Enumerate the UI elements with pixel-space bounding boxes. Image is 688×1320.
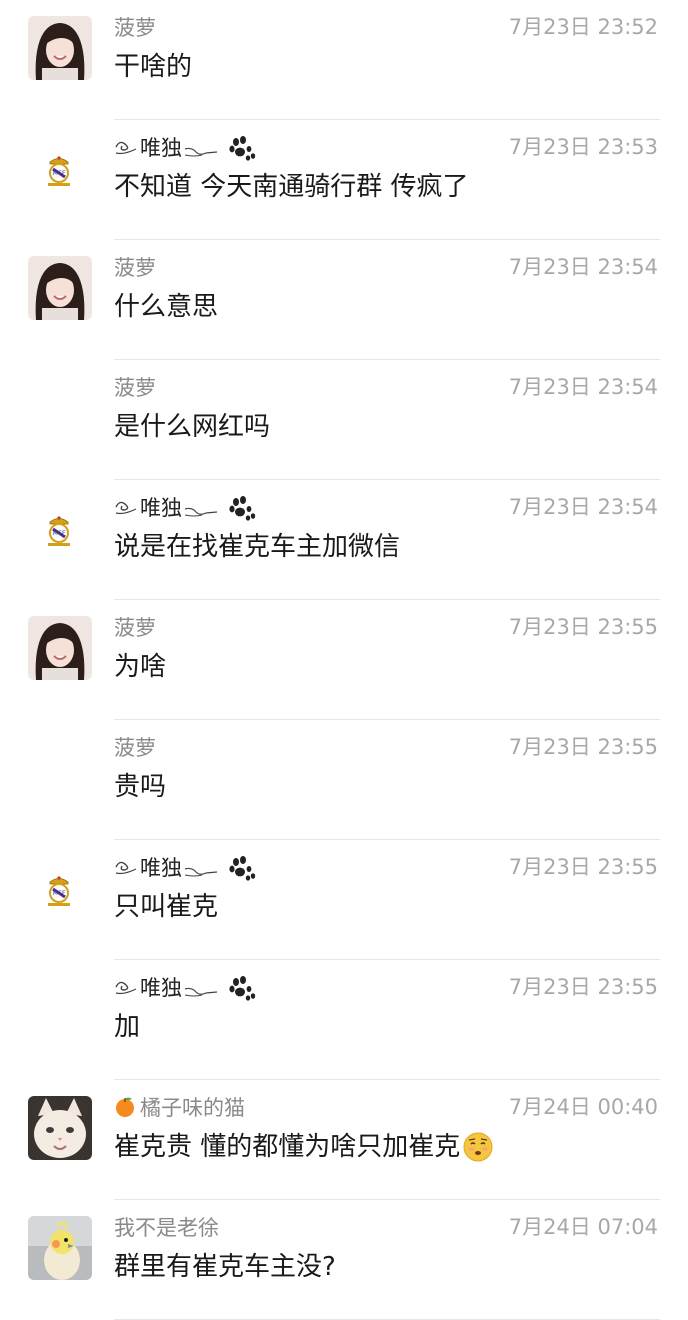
- sender-name[interactable]: 唯独: [114, 133, 256, 161]
- sender-name[interactable]: 唯独: [114, 853, 256, 881]
- bird-photo-avatar[interactable]: [28, 1216, 92, 1280]
- relieved-face-emoji-icon: [462, 1131, 494, 1163]
- sender-name-text: 唯独: [140, 856, 182, 880]
- tail-decoration-icon: [184, 140, 218, 157]
- chat-message-4[interactable]: 菠萝 7月23日 23:54 是什么网红吗: [0, 360, 688, 480]
- message-timestamp: 7月23日 23:54: [508, 375, 658, 399]
- message-timestamp: 7月23日 23:53: [508, 135, 658, 159]
- sender-name[interactable]: 我不是老徐: [114, 1213, 219, 1241]
- sender-name[interactable]: 菠萝: [114, 733, 156, 761]
- svg-text:MCF: MCF: [53, 170, 66, 177]
- message-text[interactable]: 为啥: [114, 650, 166, 684]
- message-text[interactable]: 不知道 今天南通骑行群 传疯了: [114, 170, 469, 204]
- real-madrid-crest-avatar[interactable]: MCF: [44, 514, 74, 548]
- message-timestamp: 7月23日 23:54: [508, 255, 658, 279]
- message-timestamp: 7月23日 23:55: [508, 615, 658, 639]
- message-text[interactable]: 只叫崔克: [114, 890, 218, 924]
- message-timestamp: 7月23日 23:55: [508, 855, 658, 879]
- message-text-content: 崔克贵 懂的都懂为啥只加崔克: [114, 1132, 461, 1162]
- message-timestamp: 7月24日 00:40: [508, 1095, 658, 1119]
- svg-text:MCF: MCF: [53, 530, 66, 537]
- tail-decoration-icon: [184, 500, 218, 517]
- sender-name[interactable]: 菠萝: [114, 13, 156, 41]
- swirl-decoration-icon: [114, 497, 138, 517]
- chat-message-7[interactable]: 菠萝 7月23日 23:55 贵吗: [0, 720, 688, 840]
- sender-name[interactable]: 菠萝: [114, 613, 156, 641]
- message-text[interactable]: 干啥的: [114, 50, 192, 84]
- girl-photo-avatar[interactable]: [28, 616, 92, 680]
- sender-name[interactable]: 菠萝: [114, 253, 156, 281]
- chat-message-1[interactable]: 菠萝 7月23日 23:52 干啥的: [0, 0, 688, 120]
- sender-name[interactable]: 橘子味的猫: [114, 1093, 245, 1121]
- message-timestamp: 7月23日 23:52: [508, 15, 658, 39]
- tail-decoration-icon: [184, 860, 218, 877]
- message-text[interactable]: 什么意思: [114, 290, 218, 324]
- sender-name[interactable]: 唯独: [114, 493, 256, 521]
- chat-message-5[interactable]: MCF 唯独 7月23日 23:54 说是在找崔克车主加微信: [0, 480, 688, 600]
- sender-name-text: 唯独: [140, 136, 182, 160]
- girl-photo-avatar[interactable]: [28, 16, 92, 80]
- sender-name-text: 橘子味的猫: [140, 1096, 245, 1120]
- swirl-decoration-icon: [114, 137, 138, 157]
- paw-print-icon: [228, 496, 256, 522]
- tail-decoration-icon: [184, 980, 218, 997]
- chat-message-6[interactable]: 菠萝 7月23日 23:55 为啥: [0, 600, 688, 720]
- chat-message-9[interactable]: 唯独 7月23日 23:55 加: [0, 960, 688, 1080]
- swirl-decoration-icon: [114, 977, 138, 997]
- chat-message-2[interactable]: MCF 唯独 7月23日 23:53 不知道 今天南通骑行群 传疯了: [0, 120, 688, 240]
- paw-print-icon: [228, 976, 256, 1002]
- sender-name[interactable]: 唯独: [114, 973, 256, 1001]
- message-timestamp: 7月23日 23:55: [508, 975, 658, 999]
- message-text[interactable]: 群里有崔克车主没?: [114, 1250, 336, 1284]
- chat-message-10[interactable]: 橘子味的猫 7月24日 00:40 崔克贵 懂的都懂为啥只加崔克: [0, 1080, 688, 1200]
- swirl-decoration-icon: [114, 857, 138, 877]
- paw-print-icon: [228, 856, 256, 882]
- message-timestamp: 7月24日 07:04: [508, 1215, 658, 1239]
- real-madrid-crest-avatar[interactable]: MCF: [44, 154, 74, 188]
- sender-name-text: 唯独: [140, 496, 182, 520]
- sender-name-text: 唯独: [140, 976, 182, 1000]
- message-timestamp: 7月23日 23:54: [508, 495, 658, 519]
- sender-name[interactable]: 菠萝: [114, 373, 156, 401]
- svg-text:MCF: MCF: [53, 890, 66, 897]
- chat-message-8[interactable]: MCF 唯独 7月23日 23:55 只叫崔克: [0, 840, 688, 960]
- message-text[interactable]: 加: [114, 1010, 140, 1044]
- paw-print-icon: [228, 136, 256, 162]
- cat-photo-avatar[interactable]: [28, 1096, 92, 1160]
- message-text[interactable]: 说是在找崔克车主加微信: [114, 530, 400, 564]
- girl-photo-avatar[interactable]: [28, 256, 92, 320]
- chat-message-3[interactable]: 菠萝 7月23日 23:54 什么意思: [0, 240, 688, 360]
- message-text[interactable]: 崔克贵 懂的都懂为啥只加崔克: [114, 1130, 494, 1164]
- message-text[interactable]: 是什么网红吗: [114, 410, 270, 444]
- message-timestamp: 7月23日 23:55: [508, 735, 658, 759]
- message-text[interactable]: 贵吗: [114, 770, 166, 804]
- chat-message-list[interactable]: 菠萝 7月23日 23:52 干啥的 MCF 唯独 7月23日 23:53 不知…: [0, 0, 688, 1320]
- real-madrid-crest-avatar[interactable]: MCF: [44, 874, 74, 908]
- orange-emoji-icon: [114, 1096, 136, 1118]
- chat-message-11[interactable]: 我不是老徐 7月24日 07:04 群里有崔克车主没?: [0, 1200, 688, 1320]
